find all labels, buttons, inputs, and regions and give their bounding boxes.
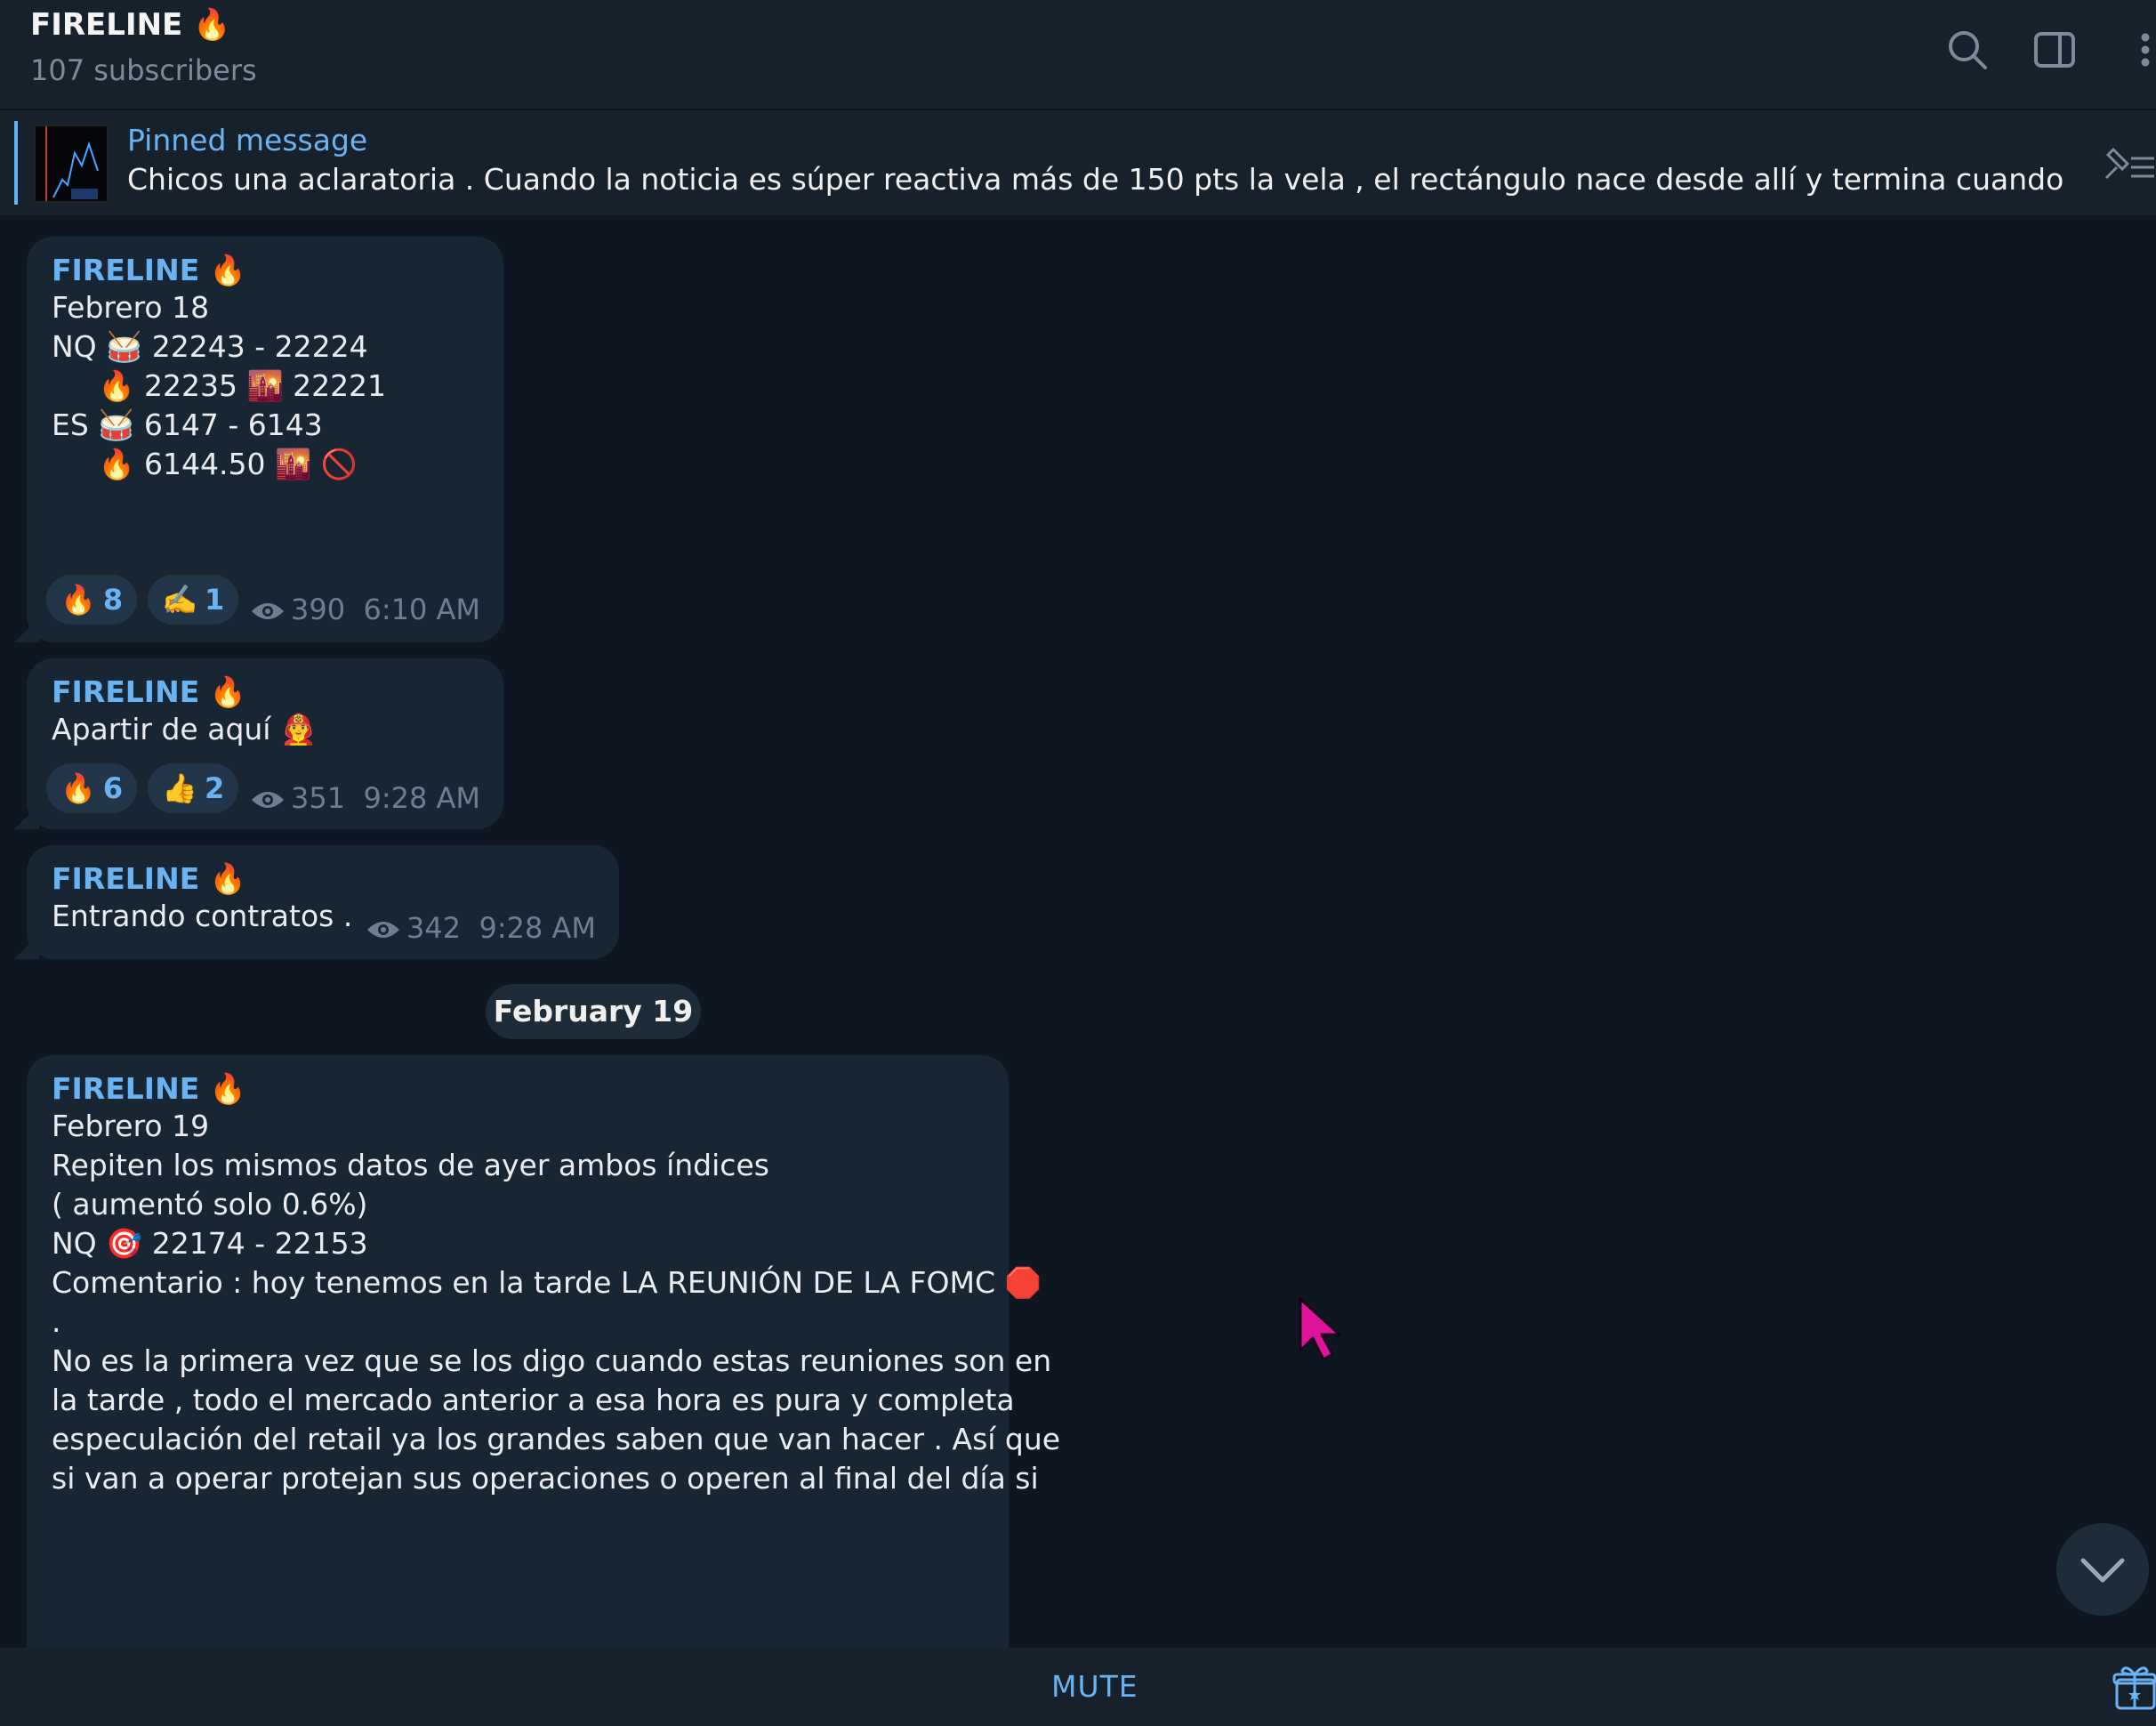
message-author[interactable]: FIRELINE 🔥 (52, 253, 479, 288)
message-line: NQ 🥁 22243 - 22224 (52, 329, 368, 364)
channel-title[interactable]: FIRELINE 🔥 (30, 7, 230, 43)
message-author[interactable]: FIRELINE 🔥 (52, 1071, 984, 1107)
message-line: No es la primera vez que se los digo cua… (52, 1343, 1052, 1378)
sidebar-toggle-icon[interactable] (2031, 27, 2078, 73)
pinned-indicator (14, 121, 18, 205)
views-eye-icon (367, 922, 400, 938)
reaction-button[interactable]: 👍 2 (148, 763, 239, 813)
message-line: Repiten los mismos datos de ayer ambos í… (52, 1148, 769, 1182)
pinned-message-bar[interactable]: Pinned message Chicos una aclaratoria . … (0, 110, 2156, 215)
message-line: ES 🥁 6147 - 6143 (52, 407, 323, 442)
message-line: si van a operar protejan sus operaciones… (52, 1461, 1039, 1496)
pinned-text: Chicos una aclaratoria . Cuando la notic… (127, 162, 2066, 197)
channel-footer: MUTE (0, 1648, 2156, 1726)
views-eye-icon (252, 792, 285, 808)
reactions: 🔥 6 👍 2 (46, 763, 249, 813)
message-line: Febrero 19 (52, 1109, 210, 1143)
message-line: . (52, 1304, 61, 1339)
pinned-thumbnail (34, 125, 109, 203)
message-author[interactable]: FIRELINE 🔥 (52, 861, 594, 897)
gift-icon[interactable] (2112, 1664, 2156, 1712)
date-separator: February 19 (486, 984, 701, 1039)
message-bubble[interactable]: FIRELINE 🔥 Febrero 18 NQ 🥁 22243 - 22224… (27, 237, 503, 642)
pinned-list-icon[interactable] (2101, 142, 2156, 187)
message-line: 🔥 6144.50 🌇 🚫 (52, 447, 358, 481)
chat-header[interactable]: FIRELINE 🔥 107 subscribers (0, 0, 2156, 110)
reaction-count: 2 (204, 771, 225, 805)
message-meta: 390 6:10 AM (250, 593, 480, 626)
reactions: 🔥 8 ✍️ 1 (46, 575, 249, 625)
reaction-emoji: ✍️ (162, 583, 197, 617)
message-line: Apartir de aquí 👨‍🚒 (52, 712, 318, 746)
views-eye-icon (252, 603, 285, 619)
message-line: NQ 🎯 22174 - 22153 (52, 1226, 368, 1261)
message-bubble[interactable]: FIRELINE 🔥 Entrando contratos . 342 9:28… (27, 845, 619, 959)
reaction-button[interactable]: 🔥 8 (46, 575, 138, 625)
reaction-button[interactable]: 🔥 6 (46, 763, 138, 813)
scroll-to-bottom-button[interactable] (2056, 1523, 2149, 1616)
search-icon[interactable] (1944, 27, 1991, 73)
message-time: 9:28 AM (479, 911, 596, 945)
reaction-emoji: 🔥 (60, 771, 96, 805)
message-bubble[interactable]: FIRELINE 🔥 Apartir de aquí 👨‍🚒 🔥 6 👍 2 351 … (27, 658, 503, 829)
chevron-down-icon (2080, 1558, 2125, 1583)
view-count: 351 (291, 781, 346, 815)
view-count: 390 (291, 593, 346, 626)
reaction-emoji: 👍 (162, 771, 197, 805)
message-line: la tarde , todo el mercado anterior a es… (52, 1383, 1015, 1417)
message-line: Febrero 18 (52, 290, 210, 325)
reaction-emoji: 🔥 (60, 583, 96, 617)
reaction-button[interactable]: ✍️ 1 (148, 575, 239, 625)
subscriber-count: 107 subscribers (30, 53, 257, 87)
view-count: 342 (406, 911, 462, 945)
message-meta: 351 9:28 AM (250, 781, 480, 815)
pinned-label: Pinned message (127, 123, 368, 157)
mouse-cursor-icon (1299, 1297, 1341, 1361)
reaction-count: 6 (102, 771, 124, 805)
message-time: 6:10 AM (363, 593, 480, 626)
reaction-count: 1 (204, 583, 225, 617)
message-time: 9:28 AM (363, 781, 480, 815)
message-line: especulación del retail ya los grandes s… (52, 1422, 1061, 1456)
message-line: Comentario : hoy tenemos en la tarde LA … (52, 1265, 1042, 1300)
mute-button[interactable]: MUTE (1051, 1669, 1138, 1704)
message-meta: 342 9:28 AM (366, 911, 596, 945)
more-vertical-icon[interactable] (2115, 27, 2156, 73)
message-line: ( aumentó solo 0.6%) (52, 1187, 368, 1222)
message-author[interactable]: FIRELINE 🔥 (52, 674, 479, 710)
message-bubble[interactable]: FIRELINE 🔥 Febrero 19 Repiten los mismos… (27, 1055, 1061, 1678)
reaction-count: 8 (102, 583, 124, 617)
message-line: 🔥 22235 🌇 22221 (52, 368, 387, 403)
